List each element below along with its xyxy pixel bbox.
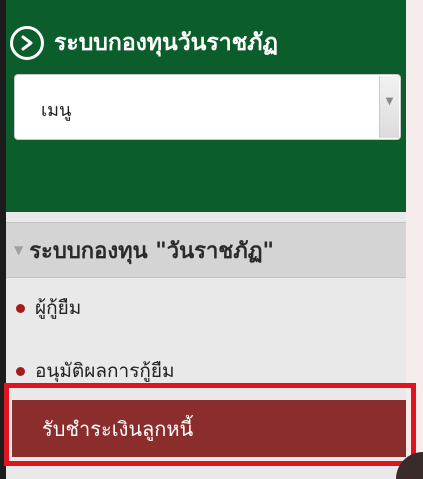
menu-section-header[interactable]: ▼ ระบบกองทุน "วันราชภัฏ" (6, 222, 406, 278)
menu-item-borrowers[interactable]: ผู้กู้ยืม (6, 285, 406, 331)
bullet-icon (16, 366, 25, 376)
collapse-triangle-icon: ▼ (14, 243, 24, 257)
sidebar-title: ระบบกองทุนวันราชภัฏ (54, 30, 278, 56)
chevron-down-icon[interactable]: ▼ (379, 76, 399, 138)
menu-select[interactable]: เมนู ▼ (14, 74, 401, 140)
sidebar-header[interactable]: ระบบกองทุนวันราชภัฏ (10, 20, 278, 66)
menu-section-title: ระบบกองทุน "วันราชภัฏ" (29, 238, 274, 264)
app-frame: ระบบกองทุนวันราชภัฏ เมนู ▼ ▼ ระบบกองทุน … (0, 0, 423, 479)
menu-item-label: ผู้กู้ยืม (35, 297, 82, 319)
chevron-right-circle-icon[interactable] (10, 26, 44, 60)
bullet-icon (16, 303, 25, 313)
highlight-annotation-box (4, 383, 416, 466)
menu-item-label: อนุมัติผลการกู้ยืม (35, 360, 175, 382)
menu-select-value: เมนู (41, 100, 72, 121)
